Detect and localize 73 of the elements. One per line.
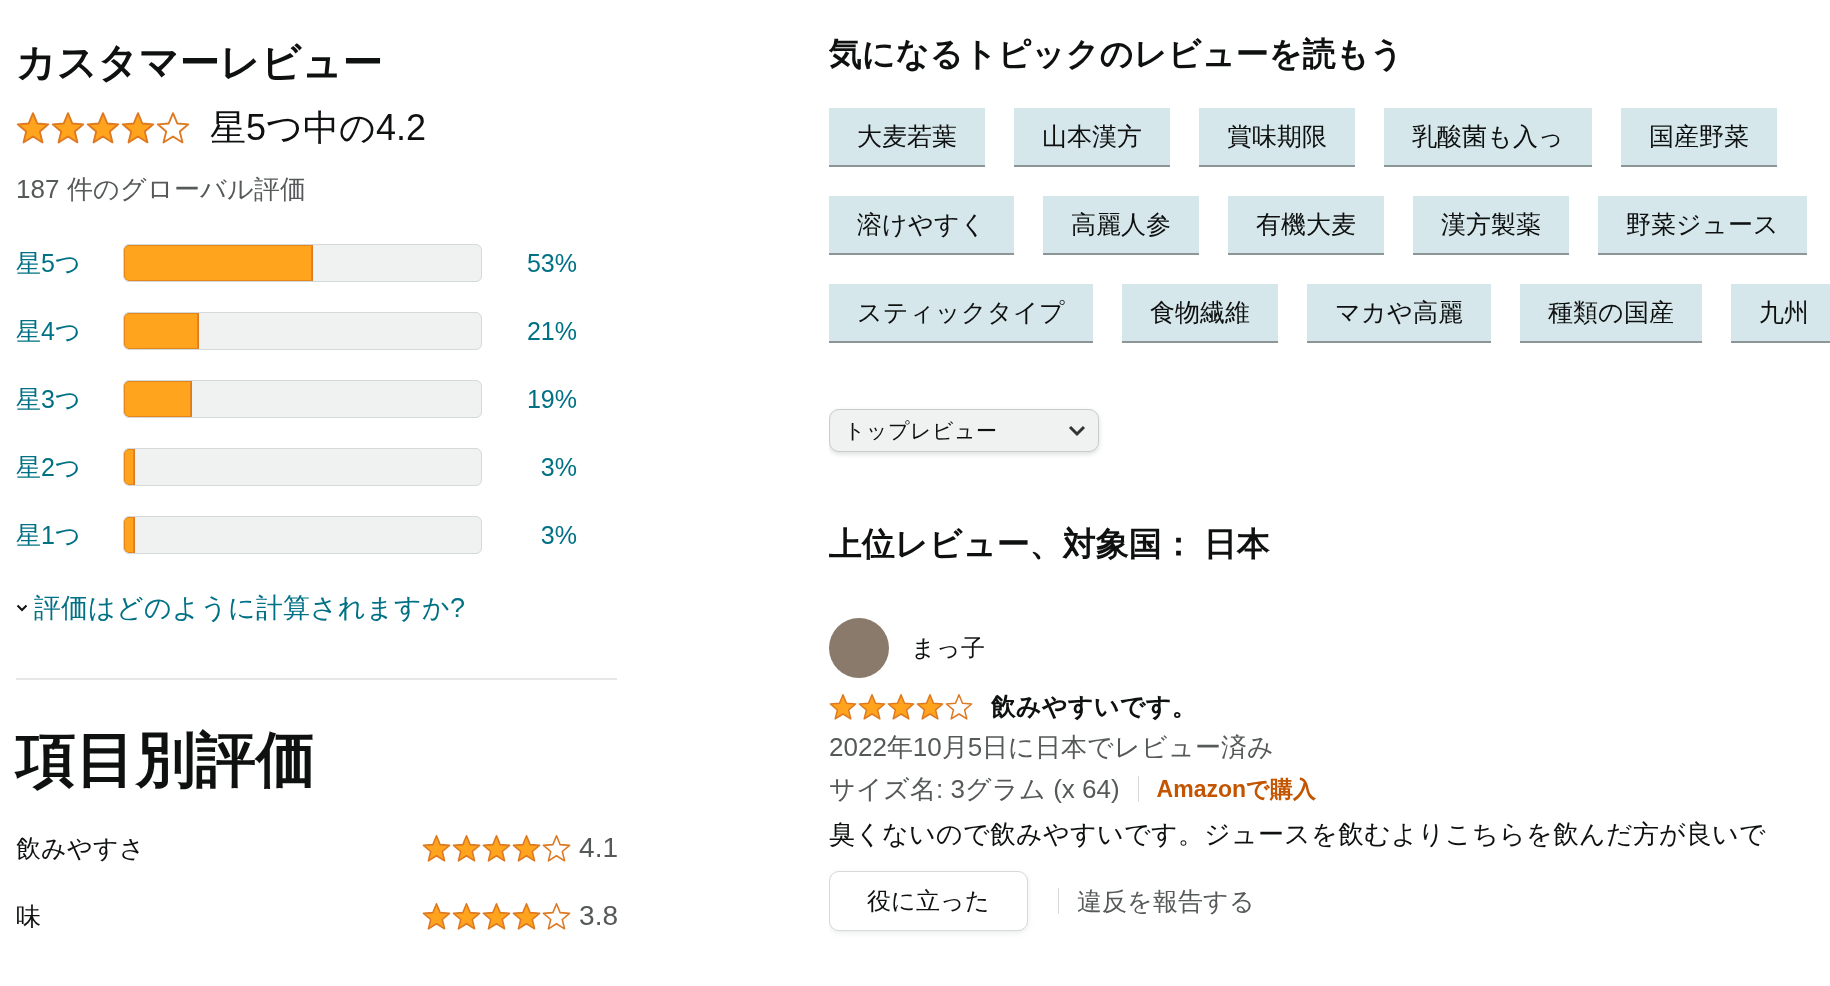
histogram-label[interactable]: 星5つ: [16, 246, 123, 280]
reviewer-name[interactable]: まっ子: [911, 632, 985, 664]
star-icon: [86, 111, 120, 145]
topic-chip[interactable]: 九州: [1731, 284, 1830, 343]
star-icon: [542, 833, 572, 863]
avatar-placeholder: [829, 618, 889, 678]
section-title: カスタマーレビュー: [16, 40, 383, 84]
topic-chip[interactable]: 賞味期限: [1199, 108, 1355, 167]
topic-chip[interactable]: 野菜ジュース: [1598, 196, 1807, 255]
star-icon: [858, 692, 886, 721]
review-text: 臭くないので飲みやすいです。ジュースを飲むよりこちらを飲んだ方が良いで: [829, 819, 1766, 850]
chevron-down-icon: [1068, 424, 1086, 437]
histogram-label[interactable]: 星2つ: [16, 450, 123, 484]
report-link[interactable]: 違反を報告する: [1077, 884, 1255, 918]
topic-chip[interactable]: 大麦若葉: [829, 108, 985, 167]
feature-score: 3.8: [579, 900, 618, 932]
histogram-percent[interactable]: 53%: [482, 248, 577, 278]
topic-chip[interactable]: 食物繊維: [1122, 284, 1278, 343]
histogram-label[interactable]: 星3つ: [16, 382, 123, 416]
help-link[interactable]: 評価はどのように計算されますか?: [34, 590, 466, 626]
star-icon: [512, 901, 542, 931]
histogram-bar[interactable]: [123, 244, 482, 282]
star-icon: [916, 692, 944, 721]
size-label: サイズ名: 3グラム (x 64): [829, 773, 1120, 806]
histogram-bar[interactable]: [123, 516, 482, 554]
star-icon: [887, 692, 915, 721]
section-title: 上位レビュー、対象国： 日本: [829, 524, 1271, 564]
star-icon: [156, 111, 190, 145]
feature-name: 飲みやすさ: [16, 832, 145, 864]
histogram-bar[interactable]: [123, 380, 482, 418]
section-title: 項目別評価: [16, 728, 316, 792]
topic-chip[interactable]: 漢方製薬: [1413, 196, 1569, 255]
topic-chip[interactable]: スティックタイプ: [829, 284, 1093, 343]
star-icon: [452, 833, 482, 863]
histogram-percent[interactable]: 21%: [482, 316, 577, 346]
review-headline[interactable]: 飲みやすいです。: [991, 690, 1197, 723]
topic-chip[interactable]: マカや高麗: [1307, 284, 1491, 343]
topic-chip[interactable]: 山本漢方: [1014, 108, 1170, 167]
histogram-percent[interactable]: 19%: [482, 384, 577, 414]
section-title: 気になるトピックのレビューを読もう: [829, 34, 1404, 74]
histogram-label[interactable]: 星1つ: [16, 518, 123, 552]
topic-chip[interactable]: 高麗人参: [1043, 196, 1199, 255]
rating-text: 星5つ中の4.2: [210, 108, 427, 148]
histogram-bar[interactable]: [123, 312, 482, 350]
star-icon: [422, 833, 452, 863]
star-icon: [482, 901, 512, 931]
chevron-down-icon: [16, 604, 28, 612]
star-icon: [422, 901, 452, 931]
star-icon: [452, 901, 482, 931]
topic-chip[interactable]: 国産野菜: [1621, 108, 1777, 167]
review-date: 2022年10月5日に日本でレビュー済み: [829, 731, 1276, 764]
star-icon: [829, 692, 857, 721]
verified-purchase-label: Amazonで購入: [1156, 774, 1317, 804]
star-icon: [51, 111, 85, 145]
topic-chip[interactable]: 有機大麦: [1228, 196, 1384, 255]
star-icon: [121, 111, 155, 145]
feature-name: 味: [16, 900, 41, 932]
star-icon: [482, 833, 512, 863]
star-icon: [16, 111, 50, 145]
histogram-percent[interactable]: 3%: [482, 452, 577, 482]
topic-chip[interactable]: 種類の国産: [1520, 284, 1702, 343]
topic-chip[interactable]: 乳酸菌も入っ: [1384, 108, 1592, 167]
histogram-percent[interactable]: 3%: [482, 520, 577, 550]
star-icon: [945, 692, 973, 721]
histogram-label[interactable]: 星4つ: [16, 314, 123, 348]
star-icon: [512, 833, 542, 863]
histogram-bar[interactable]: [123, 448, 482, 486]
sort-dropdown[interactable]: トップレビュー: [829, 409, 1099, 452]
topic-chip[interactable]: 溶けやすく: [829, 196, 1014, 255]
feature-score: 4.1: [579, 832, 618, 864]
star-icon: [542, 901, 572, 931]
rating-count: 187 件のグローバル評価: [16, 174, 306, 204]
helpful-button[interactable]: 役に立った: [829, 871, 1028, 931]
